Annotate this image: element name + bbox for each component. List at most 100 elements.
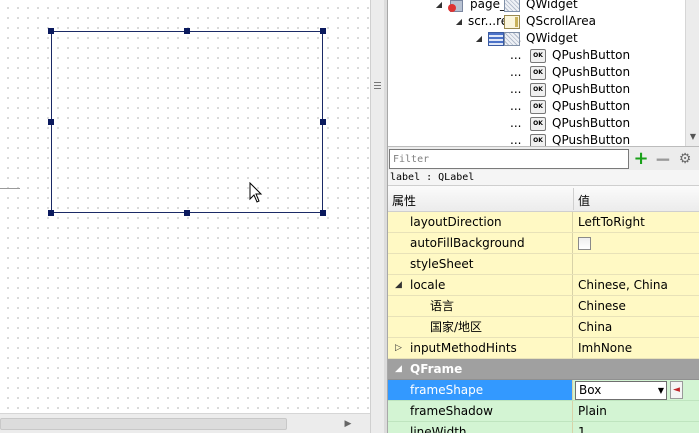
tree-row[interactable]: ... OK QPushButton — [388, 115, 688, 132]
mouse-cursor-icon — [249, 182, 263, 203]
property-name: lineWidth — [388, 422, 573, 433]
property-row-language[interactable]: 语言 Chinese — [388, 296, 699, 317]
tree-row[interactable]: ... OK QPushButton — [388, 64, 688, 81]
property-row-locale[interactable]: ◢ locale Chinese, China — [388, 275, 699, 296]
canvas-guide-line — [0, 188, 20, 189]
collapse-arrow-icon[interactable]: ◢ — [474, 30, 484, 47]
tree-vertical-scrollbar[interactable]: ▼ — [685, 0, 699, 146]
tree-row[interactable]: ... OK QPushButton — [388, 47, 688, 64]
resize-handle-top-right[interactable] — [320, 28, 326, 34]
property-value[interactable]: Chinese — [578, 296, 698, 316]
object-inspector-tree[interactable]: ◢ page_4 QWidget ◢ scr...rea QScrollArea… — [388, 0, 699, 146]
property-editor-header: 属性 值 — [388, 186, 699, 212]
canvas-horizontal-scrollbar[interactable]: ▶ — [0, 413, 370, 433]
tree-row-class: QPushButton — [552, 65, 631, 79]
property-value[interactable]: LeftToRight — [578, 212, 698, 232]
property-name: inputMethodHints — [388, 338, 573, 358]
property-row-stylesheet[interactable]: styleSheet — [388, 254, 699, 275]
tree-row[interactable]: ◢ page_4 QWidget — [388, 0, 688, 13]
property-value[interactable]: ImhNone — [578, 338, 698, 358]
remove-property-button[interactable]: − — [654, 149, 672, 169]
filter-input[interactable] — [389, 149, 629, 169]
property-name: frameShape — [388, 380, 573, 400]
dropdown-arrow-icon[interactable]: ▼ — [658, 382, 664, 399]
property-value[interactable]: Plain — [578, 401, 698, 421]
property-value[interactable] — [578, 254, 698, 274]
tree-row-name: ... — [510, 48, 522, 62]
property-name: styleSheet — [388, 254, 573, 274]
autofillbackground-checkbox[interactable] — [578, 237, 591, 250]
property-name: locale — [388, 275, 573, 295]
widget-icon — [504, 31, 520, 46]
tree-row-name: ... — [510, 82, 522, 96]
resize-handle-bottom[interactable] — [184, 210, 190, 216]
horizontal-scroll-thumb[interactable] — [0, 418, 287, 430]
property-name: 语言 — [388, 296, 573, 316]
property-filter-bar: + − ⚙ — [388, 146, 699, 170]
property-row-layoutdirection[interactable]: layoutDirection LeftToRight — [388, 212, 699, 233]
property-name: frameShadow — [388, 401, 573, 421]
tree-row-name: ... — [510, 133, 522, 146]
tree-row-name: ... — [510, 99, 522, 113]
frameshape-combobox[interactable]: Box ▼ — [575, 381, 667, 400]
resize-handle-left[interactable] — [48, 119, 54, 125]
property-row-autofillbackground[interactable]: autoFillBackground — [388, 233, 699, 254]
canvas-vertical-scrollbar[interactable] — [370, 0, 384, 433]
property-value[interactable]: 1 — [578, 422, 698, 433]
push-button-icon: OK — [530, 116, 546, 131]
tree-row[interactable]: ◢ ... QWidget — [388, 30, 688, 47]
push-button-icon: OK — [530, 48, 546, 63]
page-icon — [448, 0, 464, 12]
tree-row[interactable]: ... OK QPushButton — [388, 132, 688, 146]
combobox-value: Box — [579, 383, 602, 397]
property-section-qframe[interactable]: ◢ QFrame — [388, 359, 699, 380]
tree-row-class: QScrollArea — [526, 14, 596, 28]
resize-handle-top[interactable] — [184, 28, 190, 34]
property-name: autoFillBackground — [388, 233, 573, 253]
property-value[interactable]: China — [578, 317, 698, 337]
layout-icon — [488, 31, 504, 46]
tree-row[interactable]: ◢ scr...rea QScrollArea — [388, 13, 688, 30]
selected-object-label: label : QLabel — [388, 170, 699, 186]
property-name: layoutDirection — [388, 212, 573, 232]
tree-row-class: QWidget — [526, 0, 578, 11]
property-row-frameshape[interactable]: frameShape Box ▼ ◄ — [388, 380, 699, 401]
property-row-inputmethodhints[interactable]: ▷ inputMethodHints ImhNone — [388, 338, 699, 359]
collapse-arrow-icon[interactable]: ◢ — [454, 13, 464, 30]
scroll-right-arrow-icon[interactable]: ▶ — [341, 417, 355, 431]
resize-handle-right[interactable] — [320, 119, 326, 125]
tree-row[interactable]: ... OK QPushButton — [388, 98, 688, 115]
push-button-icon: OK — [530, 82, 546, 97]
collapse-arrow-icon[interactable]: ◢ — [434, 0, 444, 13]
property-editor[interactable]: 属性 值 layoutDirection LeftToRight autoFil… — [388, 186, 699, 433]
push-button-icon: OK — [530, 133, 546, 146]
designer-side-panel: ◢ page_4 QWidget ◢ scr...rea QScrollArea… — [388, 0, 699, 433]
form-canvas[interactable]: ▶ — [0, 0, 370, 433]
property-row-country[interactable]: 国家/地区 China — [388, 317, 699, 338]
resize-handle-bottom-left[interactable] — [48, 210, 54, 216]
add-property-button[interactable]: + — [632, 149, 650, 169]
tree-row-class: QPushButton — [552, 116, 631, 130]
push-button-icon: OK — [530, 65, 546, 80]
selected-label-widget[interactable] — [51, 31, 323, 213]
property-name: 国家/地区 — [388, 317, 573, 337]
tree-row-name: ... — [510, 65, 522, 79]
tree-row-class: QPushButton — [552, 99, 631, 113]
push-button-icon: OK — [530, 99, 546, 114]
tree-row[interactable]: ... OK QPushButton — [388, 81, 688, 98]
property-row-linewidth[interactable]: lineWidth 1 — [388, 422, 699, 433]
resize-handle-top-left[interactable] — [48, 28, 54, 34]
widget-icon — [504, 0, 520, 12]
tree-row-class: QPushButton — [552, 48, 631, 62]
header-property: 属性 — [392, 194, 417, 208]
section-title: QFrame — [410, 362, 463, 376]
scroll-down-arrow-icon[interactable]: ▼ — [686, 130, 699, 144]
tree-row-class: QPushButton — [552, 82, 631, 96]
reset-property-icon[interactable]: ◄ — [670, 381, 683, 399]
property-value[interactable]: Chinese, China — [578, 275, 698, 295]
tree-row-name: ... — [510, 116, 522, 130]
configure-wrench-icon[interactable]: ⚙ — [676, 149, 694, 169]
vertical-scroll-grip[interactable] — [372, 80, 383, 94]
property-row-frameshadow[interactable]: frameShadow Plain — [388, 401, 699, 422]
resize-handle-bottom-right[interactable] — [320, 210, 326, 216]
